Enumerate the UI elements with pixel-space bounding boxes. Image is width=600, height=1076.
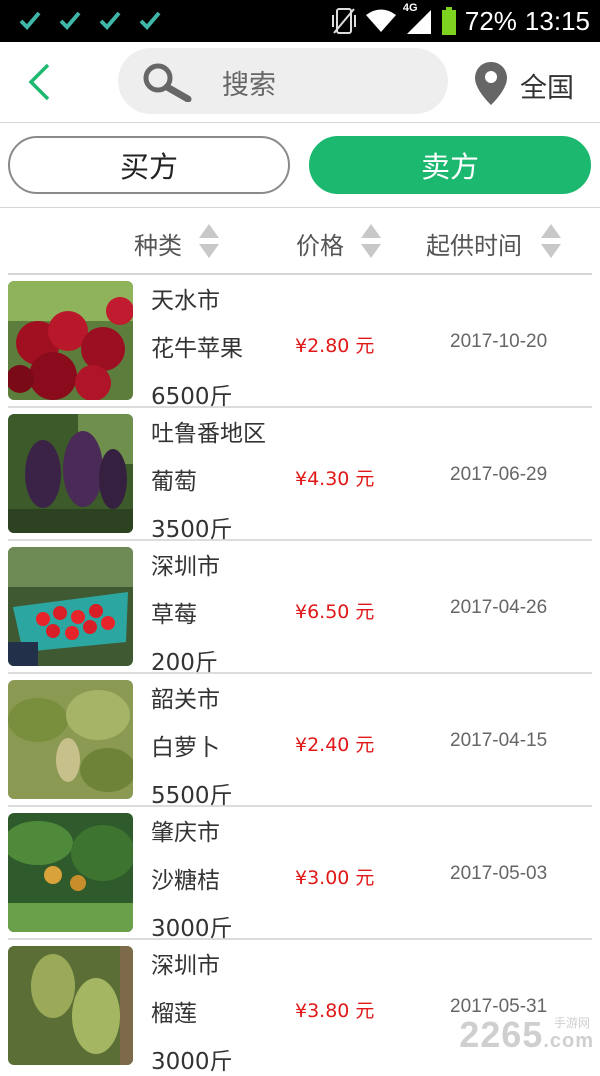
listing-quantity: 6500斤 [151,384,233,410]
vibrate-icon [331,8,356,34]
listing-row[interactable]: 韶关市 白萝卜 5500斤 ¥2.40 元 2017-04-15 [8,674,592,809]
clock: 13:15 [524,5,590,36]
watermark-text: 2265 [459,1014,544,1055]
search-bar[interactable]: 搜索 [118,48,448,114]
listing-location: 肇庆市 [151,820,220,846]
seller-tab-label: 卖方 [420,150,479,184]
listing-location: 深圳市 [151,953,220,979]
listing-quantity: 200斤 [151,650,218,676]
tangerine-tree-image [8,813,133,932]
listing-price: ¥4.30 元 [295,468,375,490]
listing-quantity: 3000斤 [151,916,233,942]
watermark-sub: 手游网 [553,1016,590,1030]
listing-product: 白萝卜 [151,735,220,761]
seller-tab[interactable]: 卖方 [309,136,591,194]
red-apples-image [8,281,133,400]
listing-location: 天水市 [151,288,220,314]
listing-date: 2017-06-29 [450,464,548,485]
strawberries-image [8,547,133,666]
listing-location: 吐鲁番地区 [151,421,266,447]
location-pin-icon[interactable] [472,60,510,106]
check-icon [139,11,161,30]
listing-product: 葡萄 [151,469,197,495]
sort-arrows-icon[interactable] [197,222,221,260]
check-icon [99,11,121,30]
status-bar: 4G 72% 13:15 [0,0,600,42]
wifi-icon [365,9,396,32]
listing-product: 花牛苹果 [151,336,243,362]
sort-category-label[interactable]: 种类 [134,226,182,261]
search-icon [143,63,192,102]
listing-price: ¥2.80 元 [295,335,375,357]
check-icon [19,11,41,30]
listing-row[interactable]: 深圳市 草莓 200斤 ¥6.50 元 2017-04-26 [8,541,592,676]
signal-4g-icon: 4G [403,2,433,36]
region-selector[interactable]: 全国 [520,66,574,105]
sort-arrows-icon[interactable] [359,222,383,260]
watermark-suffix: .com [543,1030,594,1052]
buyer-tab[interactable]: 买方 [8,136,290,194]
listing-location: 韶关市 [151,687,220,713]
listing-quantity: 3000斤 [151,1049,233,1075]
durians-image [8,946,133,1065]
listing-product: 榴莲 [151,1001,197,1027]
listing-location: 深圳市 [151,554,220,580]
watermark: 2265.com 手游网 [459,1014,594,1056]
listing-price: ¥3.80 元 [295,1000,375,1022]
back-arrow-icon[interactable] [22,62,58,102]
buyer-tab-label: 买方 [119,150,178,184]
battery-icon [441,7,456,35]
grapes-image [8,414,133,533]
listing-row[interactable]: 肇庆市 沙糖桔 3000斤 ¥3.00 元 2017-05-03 [8,807,592,942]
listing-product: 草莓 [151,602,197,628]
battery-percent: 72% [464,5,517,36]
listing-row[interactable]: 吐鲁番地区 葡萄 3500斤 ¥4.30 元 2017-06-29 [8,408,592,543]
listing-price: ¥3.00 元 [295,867,375,889]
listing-row[interactable]: 天水市 花牛苹果 6500斤 ¥2.80 元 2017-10-20 [8,275,592,410]
listing-date: 2017-05-03 [450,863,548,884]
radish-field-image [8,680,133,799]
check-icon [59,11,81,30]
sort-date-label[interactable]: 起供时间 [426,226,522,261]
listing-quantity: 3500斤 [151,517,233,543]
listing-date: 2017-10-20 [450,331,548,352]
listing-price: ¥2.40 元 [295,734,375,756]
listing-quantity: 5500斤 [151,783,233,809]
search-placeholder: 搜索 [222,70,276,101]
listing-date: 2017-04-15 [450,730,548,751]
sort-header: 种类 价格 起供时间 [0,208,600,272]
top-nav-bar: 搜索 全国 [0,42,600,123]
listing-product: 沙糖桔 [151,868,220,894]
listing-date: 2017-04-26 [450,597,548,618]
listing-list: 天水市 花牛苹果 6500斤 ¥2.80 元 2017-10-20 吐鲁番地区 … [0,275,600,1075]
sort-price-label[interactable]: 价格 [296,226,344,261]
listing-price: ¥6.50 元 [295,601,375,623]
sort-arrows-icon[interactable] [539,222,563,260]
